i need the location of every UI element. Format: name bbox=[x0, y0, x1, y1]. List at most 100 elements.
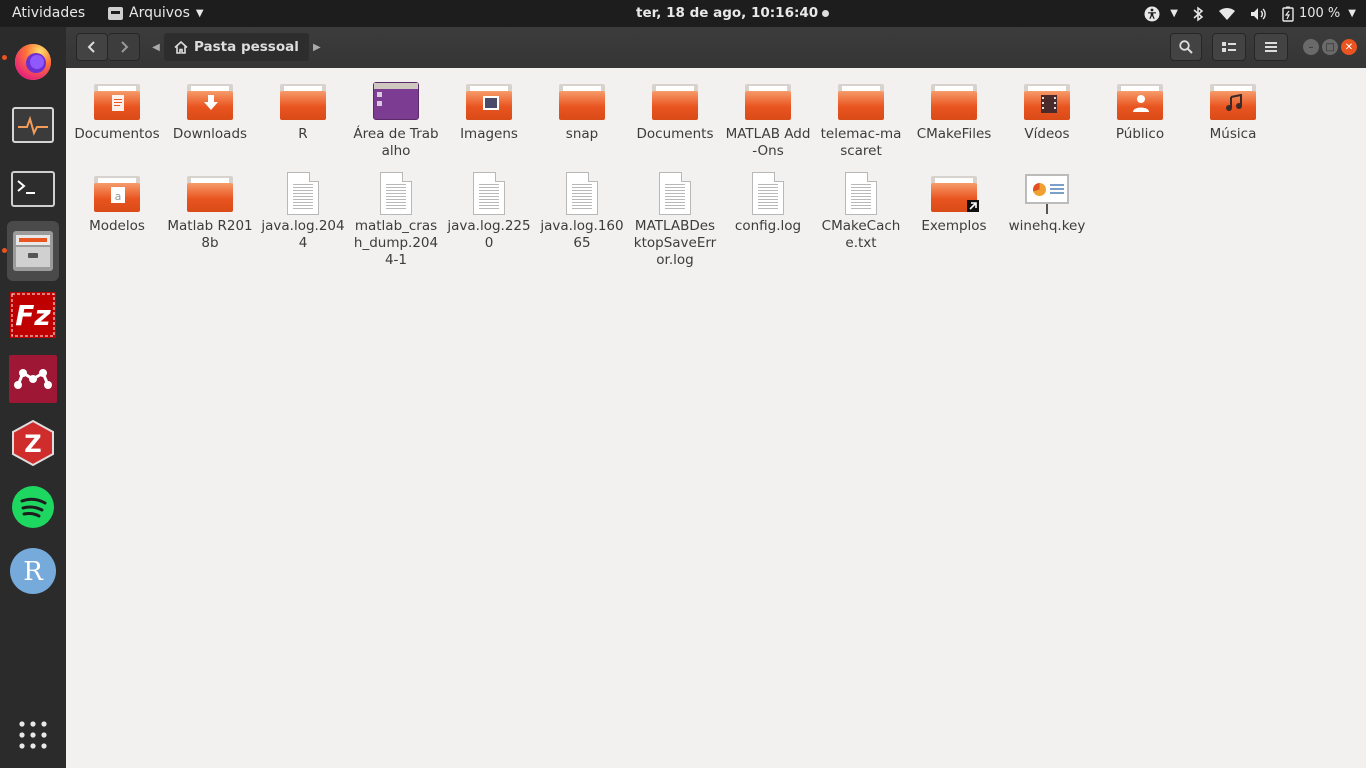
menu-button[interactable] bbox=[1254, 33, 1288, 61]
terminal-icon bbox=[11, 171, 55, 207]
path-scroll-left-icon[interactable]: ◀ bbox=[148, 42, 164, 53]
dock-system-monitor[interactable] bbox=[7, 99, 59, 151]
search-icon bbox=[1179, 40, 1193, 54]
file-item[interactable]: Área de Trabalho bbox=[351, 80, 441, 160]
file-name-label: Modelos bbox=[89, 218, 145, 234]
minimize-button[interactable]: – bbox=[1303, 39, 1319, 55]
folder-icon bbox=[651, 80, 699, 124]
file-item[interactable]: MATLAB Add-Ons bbox=[723, 80, 813, 160]
file-name-label: MATLABDesktopSaveError.log bbox=[633, 218, 717, 268]
dock-filezilla[interactable]: Fz bbox=[7, 289, 59, 341]
activities-button[interactable]: Atividades bbox=[12, 0, 85, 27]
battery-label: 100 % bbox=[1298, 6, 1341, 21]
presentation-file-icon bbox=[1023, 172, 1071, 216]
file-item[interactable]: matlab_crash_dump.2044-1 bbox=[351, 172, 441, 269]
dock-firefox[interactable] bbox=[2, 35, 59, 87]
file-name-label: CMakeFiles bbox=[916, 126, 992, 142]
folder-public-icon bbox=[1116, 80, 1164, 124]
minimize-icon: – bbox=[1308, 41, 1314, 53]
file-name-label: Matlab R2018b bbox=[167, 218, 253, 251]
bluetooth-icon[interactable] bbox=[1192, 0, 1204, 27]
file-item[interactable]: snap bbox=[537, 80, 627, 143]
folder-icon bbox=[930, 80, 978, 124]
files-app-icon bbox=[108, 7, 123, 20]
search-button[interactable] bbox=[1170, 33, 1202, 61]
text-file-icon bbox=[372, 172, 420, 216]
text-file-icon bbox=[558, 172, 606, 216]
file-item[interactable]: Downloads bbox=[165, 80, 255, 143]
close-button[interactable]: ✕ bbox=[1341, 39, 1357, 55]
file-item[interactable]: Música bbox=[1188, 80, 1278, 143]
battery-icon[interactable]: 100 % ▼ bbox=[1282, 0, 1356, 27]
svg-text:a: a bbox=[115, 190, 122, 203]
dock-terminal[interactable] bbox=[7, 163, 59, 215]
accessibility-icon[interactable]: ▼ bbox=[1144, 0, 1178, 27]
file-item[interactable]: a Modelos bbox=[72, 172, 162, 235]
file-name-label: Música bbox=[1209, 126, 1257, 142]
system-tray[interactable]: ▼ 100 % ▼ bbox=[1144, 0, 1356, 27]
back-button[interactable] bbox=[76, 33, 108, 61]
file-item[interactable]: MATLABDesktopSaveError.log bbox=[630, 172, 720, 269]
file-name-label: telemac-mascaret bbox=[820, 126, 902, 159]
text-file-icon bbox=[744, 172, 792, 216]
file-item[interactable]: Matlab R2018b bbox=[165, 172, 255, 252]
app-menu-label: Arquivos bbox=[129, 5, 190, 21]
file-item[interactable]: Vídeos bbox=[1002, 80, 1092, 143]
volume-icon[interactable] bbox=[1250, 0, 1268, 27]
dock-show-applications[interactable] bbox=[7, 709, 59, 761]
file-item[interactable]: Público bbox=[1095, 80, 1185, 143]
filezilla-icon: Fz bbox=[10, 292, 56, 338]
rstudio-icon: R bbox=[10, 548, 56, 594]
file-item[interactable]: config.log bbox=[723, 172, 813, 235]
app-menu[interactable]: Arquivos ▼ bbox=[108, 0, 204, 27]
dock-mendeley[interactable] bbox=[7, 353, 59, 405]
svg-text:Z: Z bbox=[24, 430, 41, 458]
dock-rstudio[interactable]: R bbox=[7, 545, 59, 597]
zotero-icon: Z bbox=[12, 419, 54, 467]
close-icon: ✕ bbox=[1344, 41, 1354, 53]
file-item[interactable]: Exemplos bbox=[909, 172, 999, 235]
path-bar: ◀ Pasta pessoal ▶ bbox=[148, 33, 334, 61]
file-item[interactable]: java.log.2044 bbox=[258, 172, 348, 252]
folder-templates-icon: a bbox=[93, 172, 141, 216]
dock-zotero[interactable]: Z bbox=[7, 417, 59, 469]
folder-pictures-icon bbox=[465, 80, 513, 124]
file-item[interactable]: R bbox=[258, 80, 348, 143]
folder-downloads-icon bbox=[186, 80, 234, 124]
file-grid: Documentos Downloads R Área de Trabalho Imag… bbox=[66, 68, 1366, 768]
wifi-icon[interactable] bbox=[1218, 0, 1236, 27]
forward-button[interactable] bbox=[108, 33, 140, 61]
mendeley-icon bbox=[9, 355, 57, 403]
firefox-icon bbox=[15, 44, 51, 80]
text-file-icon bbox=[279, 172, 327, 216]
folder-documents-icon bbox=[93, 80, 141, 124]
dock: Fz Z R bbox=[0, 27, 66, 768]
path-scroll-right-icon[interactable]: ▶ bbox=[309, 42, 325, 53]
chevron-left-icon bbox=[87, 41, 95, 53]
view-options-button[interactable] bbox=[1212, 33, 1246, 61]
file-item[interactable]: CMakeFiles bbox=[909, 80, 999, 143]
file-item[interactable]: Documents bbox=[630, 80, 720, 143]
file-item[interactable]: java.log.2250 bbox=[444, 172, 534, 252]
svg-text:Fz: Fz bbox=[15, 299, 51, 332]
folder-icon bbox=[279, 80, 327, 124]
file-item[interactable]: java.log.16065 bbox=[537, 172, 627, 252]
text-file-icon bbox=[651, 172, 699, 216]
maximize-button[interactable]: □ bbox=[1322, 39, 1338, 55]
dock-spotify[interactable] bbox=[7, 481, 59, 533]
folder-music-icon bbox=[1209, 80, 1257, 124]
file-item[interactable]: Imagens bbox=[444, 80, 534, 143]
clock[interactable]: ter, 18 de ago, 10:16:40 bbox=[636, 0, 830, 27]
file-name-label: Imagens bbox=[460, 126, 518, 142]
system-monitor-icon bbox=[12, 107, 54, 143]
grid-icon bbox=[19, 721, 47, 749]
file-item[interactable]: telemac-mascaret bbox=[816, 80, 906, 160]
dock-files[interactable] bbox=[2, 221, 59, 281]
file-item[interactable]: winehq.key bbox=[1002, 172, 1092, 235]
top-bar: Atividades Arquivos ▼ ter, 18 de ago, 10… bbox=[0, 0, 1366, 27]
folder-icon bbox=[837, 80, 885, 124]
file-item[interactable]: CMakeCache.txt bbox=[816, 172, 906, 252]
file-item[interactable]: Documentos bbox=[72, 80, 162, 143]
text-file-icon bbox=[837, 172, 885, 216]
path-home-button[interactable]: Pasta pessoal bbox=[164, 33, 309, 61]
